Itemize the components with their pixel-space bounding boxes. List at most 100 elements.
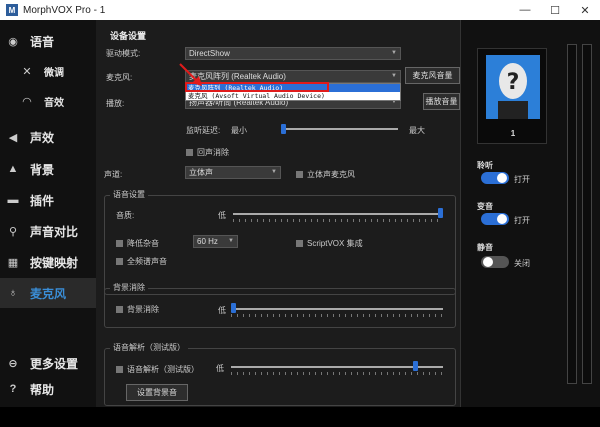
morph-state: 打开 <box>514 216 530 225</box>
keymap-icon: ▦ <box>7 256 19 269</box>
sidebar-item-help[interactable]: ? 帮助 <box>0 374 96 404</box>
scriptvox-label: ScriptVOX 集成 <box>307 239 363 248</box>
noise-reduce-label: 降低杂音 <box>127 239 159 248</box>
plugin-icon: ▬ <box>7 194 19 206</box>
channel-label: 声道: <box>104 170 123 179</box>
latency-label: 监听延迟: <box>186 126 221 135</box>
maximize-button[interactable]: ☐ <box>540 0 570 20</box>
title-bar: M MorphVOX Pro - 1 — ☐ ✕ <box>0 0 600 20</box>
set-background-button[interactable]: 设置背景音 <box>126 384 188 401</box>
more-icon: ⊖ <box>8 357 18 370</box>
lips-icon: ◠ <box>22 95 32 108</box>
checkbox-box <box>116 240 123 247</box>
morph-title: 变音 <box>477 202 493 211</box>
sidebar-item-label: 声音对比 <box>30 224 79 239</box>
latency-slider-track[interactable] <box>281 128 398 130</box>
sidebar-item-label: 帮助 <box>30 382 55 397</box>
mic-volume-button[interactable]: 麦克风音量 <box>405 67 460 84</box>
latency-max-label: 最大 <box>409 126 425 135</box>
compare-icon: ⚲ <box>8 225 18 238</box>
morph-toggle[interactable] <box>481 213 509 225</box>
sidebar-item-tweak[interactable]: ✕ 微调 <box>0 56 96 86</box>
annotation-arrow-icon <box>179 63 202 86</box>
playback-volume-button[interactable]: 播放音量 <box>423 93 460 110</box>
sidebar-item-voice[interactable]: ◉ 语音 <box>0 26 96 56</box>
dropdown-option[interactable]: 麦克风 (Avsoft Virtual Audio Device) <box>186 92 400 100</box>
latency-min-label: 最小 <box>231 126 247 135</box>
driver-mode-value: DirectShow <box>189 49 230 58</box>
channel-select[interactable]: 立体声 ▼ <box>185 166 281 179</box>
minimize-button[interactable]: — <box>510 0 540 20</box>
latency-slider-thumb[interactable] <box>281 124 286 134</box>
channel-value: 立体声 <box>189 168 213 177</box>
quality-low-label: 低 <box>218 211 226 220</box>
voice-number: 1 <box>510 129 516 138</box>
voice-avatar-panel[interactable]: ? 1 <box>477 48 547 144</box>
bottom-bar <box>0 407 600 427</box>
listen-title: 聆听 <box>477 161 493 170</box>
toggle-knob <box>483 257 493 267</box>
toggle-knob <box>497 173 507 183</box>
listen-toggle[interactable] <box>481 172 509 184</box>
background-cancel-slider-ticks <box>231 314 443 317</box>
voice-avatar-image: ? <box>486 55 540 119</box>
output-level-meter <box>582 44 592 384</box>
checkbox-box <box>186 149 193 156</box>
background-cancel-slider-thumb[interactable] <box>231 303 236 313</box>
scriptvox-checkbox[interactable]: ScriptVOX 集成 <box>296 238 363 249</box>
checkbox-box <box>296 171 303 178</box>
toggle-knob <box>497 214 507 224</box>
voice-icon: ◉ <box>8 35 18 48</box>
quality-slider-thumb[interactable] <box>438 208 443 218</box>
tweak-icon: ✕ <box>22 65 32 78</box>
app-logo-icon: M <box>6 4 18 16</box>
quality-slider-track[interactable] <box>233 213 443 215</box>
sidebar-item-label: 按键映射 <box>30 255 79 270</box>
sidebar-item-compare[interactable]: ⚲ 声音对比 <box>0 216 96 246</box>
playback-label: 播放: <box>106 99 125 108</box>
checkbox-box <box>116 366 123 373</box>
driver-mode-select[interactable]: DirectShow ▼ <box>185 47 401 60</box>
background-cancel-checkbox[interactable]: 背景消除 <box>116 304 159 315</box>
sidebar: ◉ 语音 ✕ 微调 ◠ 音效 ◀ 声效 ▲ 背景 ▬ 插件 ⚲ 声音对比 ▦ 按… <box>0 20 96 407</box>
sidebar-item-plugins[interactable]: ▬ 插件 <box>0 185 96 215</box>
mute-toggle[interactable] <box>481 256 509 268</box>
mute-state: 关闭 <box>514 259 530 268</box>
quality-label: 音质: <box>116 211 135 220</box>
voice-parsing-slider-track[interactable] <box>231 366 443 368</box>
noise-frequency-select[interactable]: 60 Hz ▼ <box>193 235 238 248</box>
voice-parsing-slider-ticks <box>231 372 443 375</box>
voice-parsing-checkbox[interactable]: 语音解析（测试版） <box>116 364 199 375</box>
device-settings-title: 设备设置 <box>110 31 147 41</box>
stereo-mic-label: 立体声麦克风 <box>307 170 355 179</box>
full-spectrum-checkbox[interactable]: 全频谱声音 <box>116 256 167 267</box>
chevron-down-icon: ▼ <box>228 238 234 244</box>
chevron-down-icon: ▼ <box>391 50 397 56</box>
window-title: MorphVOX Pro - 1 <box>23 4 106 16</box>
background-cancel-slider-track[interactable] <box>231 308 443 310</box>
microphone-icon: ♁ <box>8 287 18 299</box>
speaker-icon: ◀ <box>8 131 18 144</box>
sidebar-item-sound-effects[interactable]: ◠ 音效 <box>0 86 96 116</box>
sidebar-item-label: 声效 <box>30 130 55 145</box>
echo-cancel-checkbox[interactable]: 回声消除 <box>186 147 229 158</box>
close-button[interactable]: ✕ <box>570 0 600 20</box>
background-cancel-label: 背景消除 <box>127 305 159 314</box>
mute-title: 静音 <box>477 243 493 252</box>
full-spectrum-label: 全频谱声音 <box>127 257 167 266</box>
background-cancel-low-label: 低 <box>218 306 226 315</box>
voice-parsing-slider-thumb[interactable] <box>413 361 419 371</box>
stereo-mic-checkbox[interactable]: 立体声麦克风 <box>296 169 355 180</box>
sidebar-item-label: 音效 <box>44 97 64 109</box>
sidebar-item-background[interactable]: ▲ 背景 <box>0 154 96 184</box>
chevron-down-icon: ▼ <box>271 169 277 175</box>
unknown-person-icon: ? <box>498 63 528 119</box>
noise-reduce-checkbox[interactable]: 降低杂音 <box>116 238 159 249</box>
svg-text:?: ? <box>507 70 520 95</box>
voice-parsing-low-label: 低 <box>216 364 224 373</box>
sidebar-item-effects[interactable]: ◀ 声效 <box>0 122 96 152</box>
sidebar-item-keymap[interactable]: ▦ 按键映射 <box>0 247 96 277</box>
sidebar-item-microphone[interactable]: ♁ 麦克风 <box>0 278 96 308</box>
checkbox-box <box>116 306 123 313</box>
checkbox-box <box>296 240 303 247</box>
